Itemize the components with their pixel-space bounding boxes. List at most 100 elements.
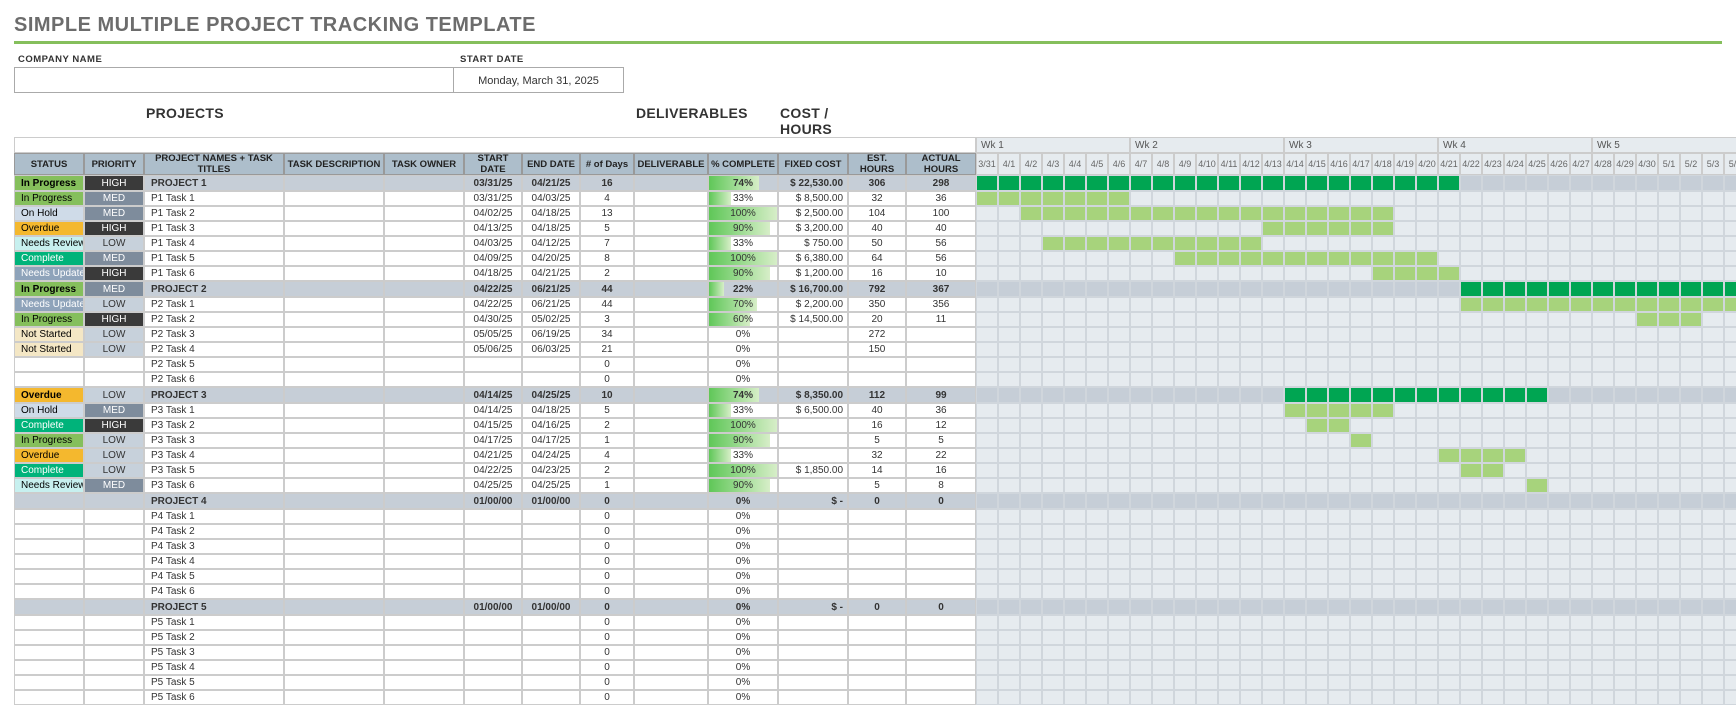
fixed-cost-cell[interactable]: $ - xyxy=(778,599,848,615)
deliverable-cell[interactable] xyxy=(634,206,708,221)
start-date-cell[interactable]: 05/06/25 xyxy=(464,342,522,357)
task-name-cell[interactable]: P3 Task 3 xyxy=(144,433,284,448)
start-date-cell[interactable] xyxy=(464,372,522,387)
task-name-cell[interactable]: P4 Task 2 xyxy=(144,524,284,539)
est-hours-cell[interactable]: 272 xyxy=(848,327,906,342)
start-date-cell[interactable] xyxy=(464,539,522,554)
task-description-cell[interactable] xyxy=(284,630,384,645)
priority-cell[interactable]: LOW xyxy=(84,448,144,463)
days-cell[interactable]: 0 xyxy=(580,509,634,524)
priority-cell[interactable]: LOW xyxy=(84,463,144,478)
priority-cell[interactable]: LOW xyxy=(84,387,144,403)
task-name-cell[interactable]: P4 Task 6 xyxy=(144,584,284,599)
days-cell[interactable]: 8 xyxy=(580,251,634,266)
task-description-cell[interactable] xyxy=(284,266,384,281)
est-hours-cell[interactable]: 50 xyxy=(848,236,906,251)
fixed-cost-cell[interactable] xyxy=(778,539,848,554)
pct-complete-cell[interactable]: 33% xyxy=(708,403,778,418)
actual-hours-cell[interactable] xyxy=(906,630,976,645)
status-cell[interactable]: In Progress xyxy=(14,312,84,327)
task-description-cell[interactable] xyxy=(284,418,384,433)
status-cell[interactable]: Overdue xyxy=(14,448,84,463)
est-hours-cell[interactable]: 104 xyxy=(848,206,906,221)
start-date-cell[interactable]: 04/15/25 xyxy=(464,418,522,433)
start-date-cell[interactable] xyxy=(464,569,522,584)
start-date-cell[interactable]: 04/09/25 xyxy=(464,251,522,266)
priority-cell[interactable] xyxy=(84,539,144,554)
end-date-cell[interactable]: 04/17/25 xyxy=(522,433,580,448)
task-name-cell[interactable]: P5 Task 3 xyxy=(144,645,284,660)
priority-cell[interactable]: LOW xyxy=(84,236,144,251)
fixed-cost-cell[interactable]: $ 8,350.00 xyxy=(778,387,848,403)
fixed-cost-cell[interactable] xyxy=(778,357,848,372)
deliverable-cell[interactable] xyxy=(634,191,708,206)
pct-complete-cell[interactable]: 0% xyxy=(708,357,778,372)
priority-cell[interactable] xyxy=(84,554,144,569)
task-owner-cell[interactable] xyxy=(384,387,464,403)
est-hours-cell[interactable] xyxy=(848,584,906,599)
task-owner-cell[interactable] xyxy=(384,615,464,630)
end-date-cell[interactable]: 04/16/25 xyxy=(522,418,580,433)
actual-hours-cell[interactable]: 10 xyxy=(906,266,976,281)
end-date-cell[interactable] xyxy=(522,645,580,660)
task-description-cell[interactable] xyxy=(284,206,384,221)
start-date-cell[interactable]: 04/14/25 xyxy=(464,387,522,403)
end-date-cell[interactable]: 04/18/25 xyxy=(522,206,580,221)
priority-cell[interactable]: MED xyxy=(84,281,144,297)
fixed-cost-cell[interactable] xyxy=(778,372,848,387)
end-date-cell[interactable]: 04/25/25 xyxy=(522,478,580,493)
task-name-cell[interactable]: P3 Task 2 xyxy=(144,418,284,433)
priority-cell[interactable] xyxy=(84,675,144,690)
task-name-cell[interactable]: P2 Task 5 xyxy=(144,357,284,372)
pct-complete-cell[interactable]: 100% xyxy=(708,206,778,221)
task-owner-cell[interactable] xyxy=(384,554,464,569)
status-cell[interactable] xyxy=(14,554,84,569)
status-cell[interactable]: Overdue xyxy=(14,387,84,403)
end-date-cell[interactable] xyxy=(522,615,580,630)
actual-hours-cell[interactable]: 11 xyxy=(906,312,976,327)
actual-hours-cell[interactable] xyxy=(906,690,976,705)
start-date-cell[interactable]: 01/00/00 xyxy=(464,493,522,509)
est-hours-cell[interactable]: 112 xyxy=(848,387,906,403)
end-date-cell[interactable]: 06/21/25 xyxy=(522,297,580,312)
deliverable-cell[interactable] xyxy=(634,418,708,433)
task-owner-cell[interactable] xyxy=(384,675,464,690)
deliverable-cell[interactable] xyxy=(634,327,708,342)
actual-hours-cell[interactable]: 56 xyxy=(906,251,976,266)
task-owner-cell[interactable] xyxy=(384,266,464,281)
status-cell[interactable] xyxy=(14,372,84,387)
est-hours-cell[interactable]: 0 xyxy=(848,493,906,509)
priority-cell[interactable]: HIGH xyxy=(84,312,144,327)
start-date-cell[interactable] xyxy=(464,630,522,645)
end-date-cell[interactable]: 04/23/25 xyxy=(522,463,580,478)
est-hours-cell[interactable]: 40 xyxy=(848,221,906,236)
actual-hours-cell[interactable] xyxy=(906,660,976,675)
start-date-cell[interactable]: 04/22/25 xyxy=(464,281,522,297)
task-name-cell[interactable]: PROJECT 2 xyxy=(144,281,284,297)
deliverable-cell[interactable] xyxy=(634,630,708,645)
task-description-cell[interactable] xyxy=(284,584,384,599)
priority-cell[interactable] xyxy=(84,584,144,599)
deliverable-cell[interactable] xyxy=(634,448,708,463)
status-cell[interactable] xyxy=(14,509,84,524)
task-name-cell[interactable]: P1 Task 3 xyxy=(144,221,284,236)
days-cell[interactable]: 0 xyxy=(580,645,634,660)
deliverable-cell[interactable] xyxy=(634,615,708,630)
est-hours-cell[interactable] xyxy=(848,569,906,584)
est-hours-cell[interactable]: 5 xyxy=(848,433,906,448)
task-name-cell[interactable]: P4 Task 4 xyxy=(144,554,284,569)
actual-hours-cell[interactable]: 0 xyxy=(906,599,976,615)
status-cell[interactable] xyxy=(14,660,84,675)
days-cell[interactable]: 0 xyxy=(580,615,634,630)
task-description-cell[interactable] xyxy=(284,251,384,266)
priority-cell[interactable]: LOW xyxy=(84,433,144,448)
end-date-cell[interactable]: 01/00/00 xyxy=(522,599,580,615)
end-date-cell[interactable] xyxy=(522,372,580,387)
est-hours-cell[interactable]: 350 xyxy=(848,297,906,312)
priority-cell[interactable]: LOW xyxy=(84,342,144,357)
days-cell[interactable]: 0 xyxy=(580,539,634,554)
start-date-cell[interactable] xyxy=(464,645,522,660)
priority-cell[interactable] xyxy=(84,660,144,675)
pct-complete-cell[interactable]: 0% xyxy=(708,539,778,554)
fixed-cost-cell[interactable]: $ 6,500.00 xyxy=(778,403,848,418)
